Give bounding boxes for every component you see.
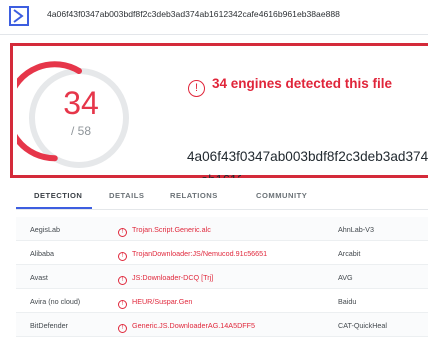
detection-summary-card: 34 / 58 ! 34 engines detected this file 4… xyxy=(10,43,428,178)
engine-name: AVG xyxy=(338,273,353,282)
detection-table: AegisLab ! Trojan.Script.Generic.alc AhnL… xyxy=(16,217,428,337)
alert-circle-icon: ! xyxy=(118,252,127,261)
table-row: Alibaba ! TrojanDownloader:JS/Nemucod.91c… xyxy=(16,241,428,265)
alert-circle-icon: ! xyxy=(118,228,127,237)
total-engines: / 58 xyxy=(70,124,91,138)
engine-name: Baidu xyxy=(338,297,357,306)
detection-alert: ! 34 engines detected this file xyxy=(188,76,392,97)
detection-label: TrojanDownloader:JS/Nemucod.91c56651 xyxy=(132,249,268,258)
search-hash-input[interactable]: 4a06f43f0347ab003bdf8f2c3deb3ad374ab1612… xyxy=(47,9,340,19)
engine-name: Alibaba xyxy=(30,249,54,258)
engine-name: AegisLab xyxy=(30,225,60,234)
engine-name: Avast xyxy=(30,273,48,282)
virustotal-window: 4a06f43f0347ab003bdf8f2c3deb3ad374 ab1612… xyxy=(0,0,428,346)
detection-label: Trojan.Script.Generic.alc xyxy=(132,225,211,234)
detection-label: HEUR/Suspar.Gen xyxy=(132,297,193,306)
detection-result: ! Trojan.Script.Generic.alc xyxy=(118,225,211,237)
engine-name: Avira (no cloud) xyxy=(30,297,81,306)
detection-label: Generic.JS.DownloaderAG.14A5DFF5 xyxy=(132,321,256,330)
alert-circle-icon: ! xyxy=(118,300,127,309)
result-tabs: DETECTION DETAILS RELATIONS COMMUNITY xyxy=(16,182,428,210)
table-row: Avira (no cloud) ! HEUR/Suspar.Gen Baidu xyxy=(16,289,428,313)
table-row: AegisLab ! Trojan.Script.Generic.alc AhnL… xyxy=(16,217,428,241)
detection-result: ! JS:Downloader-DCQ [Trj] xyxy=(118,273,213,285)
tab-details[interactable]: DETAILS xyxy=(109,191,144,200)
engine-name: AhnLab-V3 xyxy=(338,225,374,234)
tab-relations[interactable]: RELATIONS xyxy=(170,191,218,200)
table-row: Avast ! JS:Downloader-DCQ [Trj] AVG xyxy=(16,265,428,289)
alert-circle-icon: ! xyxy=(188,80,205,97)
virustotal-logo-icon[interactable] xyxy=(9,6,29,26)
engine-name: Arcabit xyxy=(338,249,361,258)
detection-result: ! Generic.JS.DownloaderAG.14A5DFF5 xyxy=(118,321,255,333)
detection-result: ! TrojanDownloader:JS/Nemucod.91c56651 xyxy=(118,249,267,261)
detected-count: 34 xyxy=(63,85,99,121)
table-row: BitDefender ! Generic.JS.DownloaderAG.14A… xyxy=(16,313,428,337)
tab-detection[interactable]: DETECTION xyxy=(34,191,82,200)
active-tab-indicator xyxy=(16,207,92,209)
alert-circle-icon: ! xyxy=(118,324,127,333)
search-bar[interactable]: 4a06f43f0347ab003bdf8f2c3deb3ad374ab1612… xyxy=(0,6,428,35)
alert-text: 34 engines detected this file xyxy=(212,76,393,91)
file-hash-overflow: ab1612 xyxy=(201,172,241,178)
engine-name: BitDefender xyxy=(30,321,68,330)
alert-circle-icon: ! xyxy=(118,276,127,285)
detection-label: JS:Downloader-DCQ [Trj] xyxy=(132,273,214,282)
file-hash: 4a06f43f0347ab003bdf8f2c3deb3ad374 xyxy=(187,149,428,164)
detection-result: ! HEUR/Suspar.Gen xyxy=(118,297,192,309)
engine-name: CAT-QuickHeal xyxy=(338,321,387,330)
tab-community[interactable]: COMMUNITY xyxy=(256,191,307,200)
